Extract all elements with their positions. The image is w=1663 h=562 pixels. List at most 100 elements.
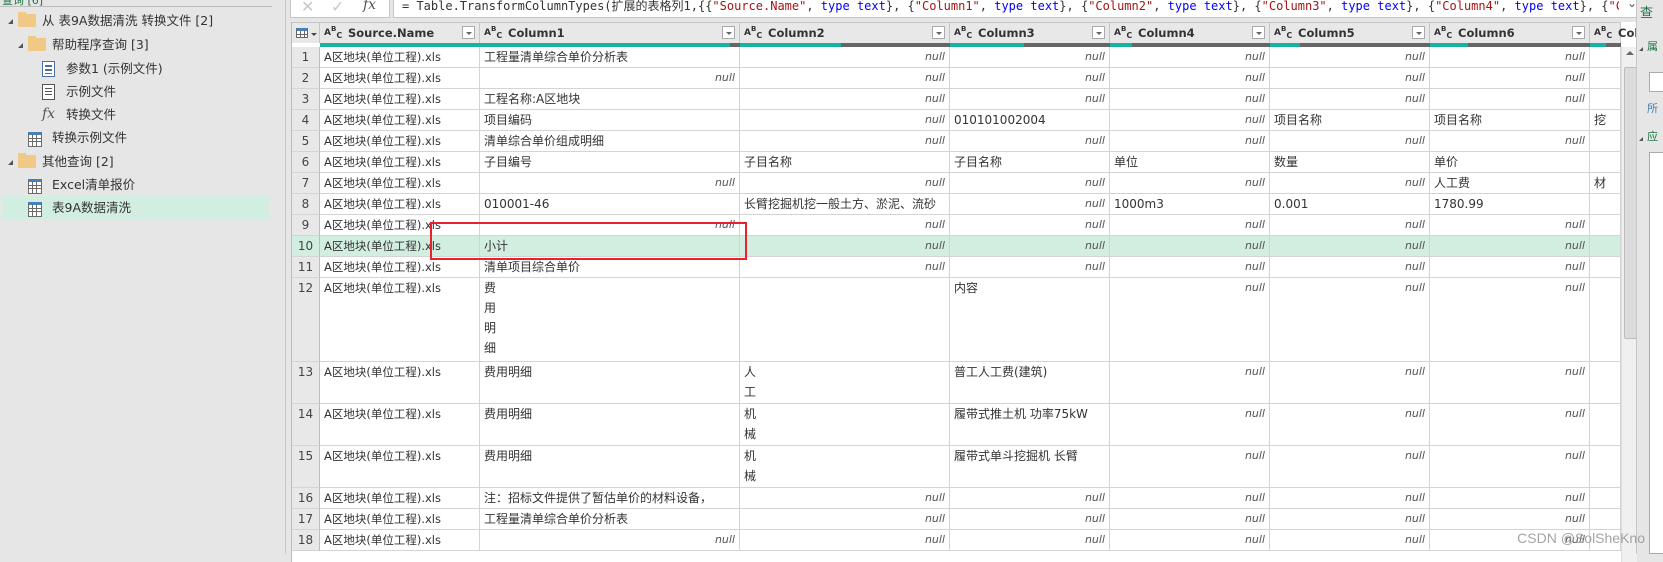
filter-dropdown-icon[interactable]	[1572, 26, 1585, 39]
null-cell[interactable]: null	[1110, 236, 1270, 257]
table-cell[interactable]	[1590, 194, 1621, 215]
table-cell[interactable]: 履带式单斗挖掘机 长臂	[950, 446, 1110, 488]
table-cell[interactable]: 机 械	[740, 446, 950, 488]
table-cell[interactable]: 工程量清单综合单价分析表	[480, 509, 740, 530]
applied-steps-list[interactable]	[1649, 152, 1663, 554]
null-cell[interactable]: null	[740, 215, 950, 236]
null-cell[interactable]: null	[1110, 257, 1270, 278]
table-cell[interactable]	[1590, 446, 1621, 488]
null-cell[interactable]: null	[1430, 215, 1590, 236]
null-cell[interactable]: null	[1430, 278, 1590, 362]
null-cell[interactable]: null	[950, 68, 1110, 89]
null-cell[interactable]: null	[740, 488, 950, 509]
table-cell[interactable]: A区地块(单位工程).xls	[320, 404, 480, 446]
table-cell[interactable]	[1590, 509, 1621, 530]
null-cell[interactable]: null	[1430, 257, 1590, 278]
query-item[interactable]: Excel清单报价	[2, 173, 270, 196]
table-cell[interactable]	[1590, 257, 1621, 278]
null-cell[interactable]: null	[1110, 509, 1270, 530]
null-cell[interactable]: null	[1110, 89, 1270, 110]
table-cell[interactable]: 010101002004	[950, 110, 1110, 131]
row-number[interactable]: 9	[292, 215, 320, 236]
table-cell[interactable]: 子目名称	[740, 152, 950, 173]
table-cell[interactable]: 单位	[1110, 152, 1270, 173]
query-item[interactable]: fx 转换文件	[2, 103, 270, 126]
collapse-triangle-icon[interactable]	[1639, 47, 1643, 51]
table-cell[interactable]: 机 械	[740, 404, 950, 446]
expand-triangle-icon[interactable]	[18, 43, 23, 48]
null-cell[interactable]: null	[1430, 446, 1590, 488]
null-cell[interactable]: null	[740, 89, 950, 110]
filter-dropdown-icon[interactable]	[462, 26, 475, 39]
table-cell[interactable]	[1590, 47, 1621, 68]
table-cell[interactable]: A区地块(单位工程).xls	[320, 509, 480, 530]
row-number[interactable]: 14	[292, 404, 320, 446]
vertical-scrollbar[interactable]	[1621, 47, 1637, 562]
null-cell[interactable]: null	[950, 509, 1110, 530]
filter-dropdown-icon[interactable]	[1252, 26, 1265, 39]
null-cell[interactable]: null	[1270, 509, 1430, 530]
null-cell[interactable]: null	[1110, 110, 1270, 131]
table-cell[interactable]	[1590, 68, 1621, 89]
row-number[interactable]: 11	[292, 257, 320, 278]
collapse-triangle-icon[interactable]	[1639, 137, 1643, 141]
expand-triangle-icon[interactable]	[8, 160, 13, 165]
null-cell[interactable]: null	[1270, 530, 1430, 551]
query-item[interactable]: 参数1 (示例文件)	[2, 57, 270, 80]
null-cell[interactable]: null	[1110, 362, 1270, 404]
column-header[interactable]: ABC Source.Name	[320, 22, 480, 43]
table-cell[interactable]: 项目名称	[1430, 110, 1590, 131]
null-cell[interactable]: null	[1270, 446, 1430, 488]
null-cell[interactable]: null	[1270, 278, 1430, 362]
null-cell[interactable]: null	[1430, 509, 1590, 530]
null-cell[interactable]: null	[1270, 89, 1430, 110]
null-cell[interactable]: null	[1430, 68, 1590, 89]
row-number[interactable]: 13	[292, 362, 320, 404]
null-cell[interactable]: null	[1110, 68, 1270, 89]
table-cell[interactable]: 010001-46	[480, 194, 740, 215]
null-cell[interactable]: null	[1110, 47, 1270, 68]
table-cell[interactable]: 费用明细	[480, 404, 740, 446]
filter-dropdown-icon[interactable]	[1412, 26, 1425, 39]
table-cell[interactable]	[1590, 89, 1621, 110]
table-cell[interactable]: 1780.99	[1430, 194, 1590, 215]
query-item[interactable]: 其他查询 [2]	[2, 150, 270, 173]
row-number[interactable]: 16	[292, 488, 320, 509]
row-number[interactable]: 5	[292, 131, 320, 152]
null-cell[interactable]: null	[1110, 215, 1270, 236]
table-cell[interactable]: 费用明细	[480, 446, 740, 488]
null-cell[interactable]: null	[740, 509, 950, 530]
null-cell[interactable]: null	[480, 173, 740, 194]
table-cell[interactable]: 工程名称:A区地块	[480, 89, 740, 110]
table-cell[interactable]: A区地块(单位工程).xls	[320, 257, 480, 278]
table-cell[interactable]: 子目名称	[950, 152, 1110, 173]
query-item[interactable]: 帮助程序查询 [3]	[2, 33, 270, 56]
column-header[interactable]: ABC Column3	[950, 22, 1110, 43]
table-cell[interactable]: A区地块(单位工程).xls	[320, 530, 480, 551]
row-number[interactable]: 8	[292, 194, 320, 215]
table-cell[interactable]	[1590, 362, 1621, 404]
table-cell[interactable]: A区地块(单位工程).xls	[320, 236, 480, 257]
table-cell[interactable]: 清单项目综合单价	[480, 257, 740, 278]
column-header[interactable]: ABC Column6	[1430, 22, 1590, 43]
null-cell[interactable]: null	[740, 110, 950, 131]
table-cell[interactable]: A区地块(单位工程).xls	[320, 488, 480, 509]
null-cell[interactable]: null	[1110, 131, 1270, 152]
table-cell[interactable]: 普工人工费(建筑)	[950, 362, 1110, 404]
null-cell[interactable]: null	[1270, 236, 1430, 257]
row-number[interactable]: 10	[292, 236, 320, 257]
null-cell[interactable]: null	[740, 236, 950, 257]
null-cell[interactable]: null	[950, 215, 1110, 236]
table-cell[interactable]: 人工费	[1430, 173, 1590, 194]
row-number[interactable]: 15	[292, 446, 320, 488]
null-cell[interactable]: null	[740, 530, 950, 551]
text-type-icon[interactable]: ABC	[954, 25, 972, 40]
null-cell[interactable]: null	[740, 257, 950, 278]
null-cell[interactable]: null	[1110, 530, 1270, 551]
chevron-down-icon[interactable]: ⌄	[1618, 0, 1637, 10]
table-cell[interactable]: 注：招标文件提供了暂估单价的材料设备，按...	[480, 488, 740, 509]
text-type-icon[interactable]: ABC	[744, 25, 762, 40]
table-cell[interactable]: A区地块(单位工程).xls	[320, 173, 480, 194]
table-cell[interactable]: 清单综合单价组成明细	[480, 131, 740, 152]
table-cell[interactable]	[1590, 236, 1621, 257]
